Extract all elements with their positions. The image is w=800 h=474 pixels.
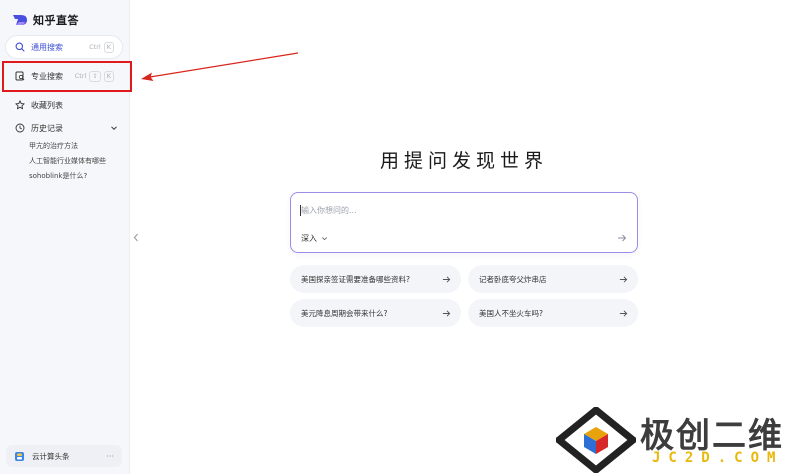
- arrow-right-icon: [442, 309, 451, 318]
- shortcut-hint: Ctrl K: [89, 41, 114, 53]
- chevron-left-icon: [133, 233, 138, 241]
- watermark: 极创二维 JC2D.COM: [556, 405, 800, 474]
- suggestion-text: 美国探亲签证需要准备哪些资料?: [301, 274, 410, 284]
- sidebar-item-history[interactable]: 历史记录: [6, 118, 122, 138]
- arrow-right-icon: [617, 234, 626, 241]
- sidebar-item-label: 收藏列表: [31, 100, 63, 110]
- history-item[interactable]: sohoblink是什么?: [29, 171, 87, 181]
- user-avatar-icon: [14, 451, 25, 462]
- annotation-highlight-box: [2, 61, 132, 92]
- arrow-right-icon: [619, 275, 628, 284]
- suggestion-text: 美元降息周期会带来什么?: [301, 308, 388, 318]
- sidebar-item-label: 通用搜索: [31, 42, 63, 52]
- sidebar-item-favorites[interactable]: 收藏列表: [6, 94, 122, 116]
- clock-icon: [15, 123, 25, 133]
- sidebar-item-label: 历史记录: [31, 123, 63, 133]
- app-logo[interactable]: 知乎直答: [12, 12, 79, 28]
- arrow-right-icon: [442, 275, 451, 284]
- user-name: 云计算头条: [32, 451, 70, 461]
- mode-label: 深入: [301, 234, 317, 243]
- collapse-sidebar-button[interactable]: [131, 231, 141, 243]
- search-icon: [15, 42, 25, 52]
- history-item[interactable]: 甲亢的治疗方法: [29, 141, 78, 151]
- logo-icon: [13, 15, 27, 25]
- suggestion-chip[interactable]: 记者卧底夸父炸串店: [468, 265, 638, 293]
- send-button[interactable]: [614, 230, 629, 245]
- suggestion-chip[interactable]: 美国探亲签证需要准备哪些资料?: [290, 265, 461, 293]
- suggestion-chip[interactable]: 美国人不坐火车吗?: [468, 299, 638, 327]
- chevron-down-icon: [322, 237, 327, 241]
- watermark-logo-icon: [556, 407, 636, 473]
- history-item[interactable]: 人工智能行业媒体有哪些: [29, 156, 106, 166]
- mode-dropdown[interactable]: 深入: [301, 233, 328, 244]
- app-name: 知乎直答: [33, 14, 79, 27]
- page-title: 用提问发现世界: [379, 150, 548, 172]
- chevron-down-icon[interactable]: [110, 124, 118, 132]
- sidebar-item-general-search[interactable]: 通用搜索 Ctrl K: [6, 36, 122, 58]
- suggestion-chip[interactable]: 美元降息周期会带来什么?: [290, 299, 461, 327]
- suggestion-text: 记者卧底夸父炸串店: [479, 274, 547, 284]
- watermark-subtitle: JC2D.COM: [652, 450, 784, 466]
- search-box[interactable]: 深入: [290, 192, 638, 253]
- user-account[interactable]: 云计算头条 ···: [6, 445, 122, 467]
- suggestion-text: 美国人不坐火车吗?: [479, 308, 543, 318]
- arrow-right-icon: [619, 309, 628, 318]
- more-icon[interactable]: ···: [106, 452, 114, 461]
- star-icon: [15, 100, 25, 110]
- search-input[interactable]: [301, 203, 621, 217]
